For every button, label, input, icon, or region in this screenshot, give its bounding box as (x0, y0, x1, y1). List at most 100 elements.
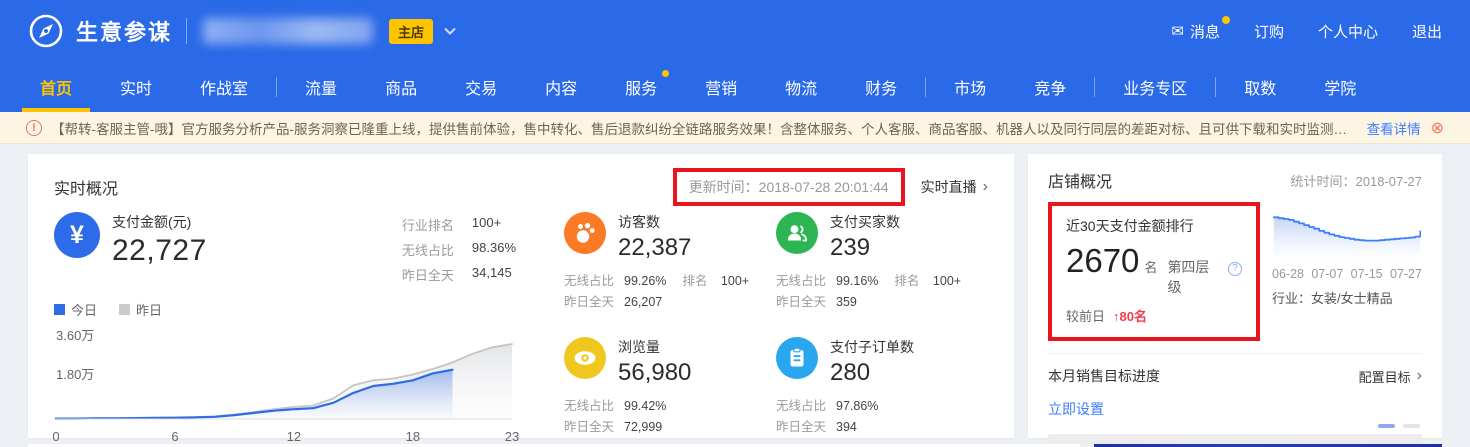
stat-label: 行业排名 (402, 215, 454, 234)
nav-label: 服务 (625, 75, 657, 99)
nav-item-service[interactable]: 服务 (601, 62, 681, 112)
x-axis-tick: 18 (406, 429, 420, 444)
stat-label: 无线占比 (402, 240, 454, 259)
goal-progress-bar (1048, 434, 1422, 444)
nav-item-bizzone[interactable]: 业务专区 (1099, 62, 1211, 112)
pageview-sub-stats: 无线占比99.42% 昨日全天72,999 (564, 396, 776, 438)
nav-label: 流量 (305, 75, 337, 99)
nav-item-warroom[interactable]: 作战室 (176, 62, 272, 112)
rank-change: 较前日 ↑80名 (1066, 306, 1242, 325)
rank-level: 第四层级 (1167, 257, 1223, 297)
carousel-dot[interactable] (1403, 424, 1420, 428)
rank-change-label: 较前日 (1066, 306, 1105, 325)
main-shop-badge: 主店 (389, 19, 433, 44)
metric-label: 支付金额(元) (112, 212, 207, 232)
rank-value: 2670 (1066, 242, 1139, 280)
notification-dot (1222, 16, 1230, 24)
x-axis-tick: 0 (52, 429, 59, 444)
stat-label: 昨日全天 (776, 420, 826, 434)
nav-label: 竞争 (1034, 75, 1066, 99)
nav-item-trade[interactable]: 交易 (441, 62, 521, 112)
shop-name-blurred (203, 18, 373, 44)
help-icon[interactable]: ? (1228, 262, 1242, 276)
visitor-sub-stats: 无线占比99.26%排名 100+ 昨日全天26,207 (564, 271, 776, 313)
main-nav: 首页 实时 作战室 流量 商品 交易 内容 服务 营销 物流 财务 市场 竞争 … (0, 62, 1470, 112)
metric-payment: ¥ 支付金额(元) 22,727 行业排名100+ 无线占比98.36% 昨日全… (54, 212, 516, 284)
set-now-link[interactable]: 立即设置 (1048, 399, 1104, 419)
stat-label: 无线占比 (776, 274, 826, 288)
stat-value: 100+ (933, 274, 961, 288)
yesterday-legend-swatch (119, 304, 130, 315)
personal-center-label: 个人中心 (1318, 21, 1378, 42)
personal-center-link[interactable]: 个人中心 (1318, 21, 1378, 42)
logo: 生意参谋 (28, 13, 172, 49)
nav-divider (276, 77, 277, 97)
stat-value: 394 (836, 420, 857, 434)
nav-item-traffic[interactable]: 流量 (281, 62, 361, 112)
nav-item-market[interactable]: 市场 (930, 62, 1010, 112)
today-legend-label: 今日 (71, 300, 97, 319)
top-bar: 生意参谋 主店 ✉ 消息 订购 个人中心 退出 (0, 0, 1470, 62)
metric-label: 访客数 (618, 212, 691, 232)
configure-goal-label: 配置目标 (1359, 367, 1411, 386)
shop-panel-title: 店铺概况 (1048, 168, 1112, 192)
rank-block-annotated: 近30天支付金额排行 2670 名 第四层级 ? 较前日 ↑80名 (1048, 202, 1260, 341)
metric-pageviews: 浏览量 56,980 无线占比99.42% 昨日全天72,999 (564, 337, 776, 438)
nav-label: 市场 (954, 75, 986, 99)
yesterday-legend-label: 昨日 (136, 300, 162, 319)
banner-detail-link[interactable]: 查看详情 (1367, 118, 1421, 138)
clipboard-icon (776, 337, 818, 379)
today-legend-swatch (54, 304, 65, 315)
date-tick: 07-07 (1311, 267, 1343, 281)
nav-label: 商品 (385, 75, 417, 99)
nav-item-home[interactable]: 首页 (16, 62, 96, 112)
nav-item-logistics[interactable]: 物流 (761, 62, 841, 112)
nav-item-realtime[interactable]: 实时 (96, 62, 176, 112)
metric-visitors: 访客数 22,387 无线占比99.26%排名 100+ 昨日全天26,207 (564, 212, 776, 313)
stat-value: 26,207 (624, 295, 662, 309)
nav-label: 业务专区 (1123, 75, 1187, 99)
stat-value: 34,145 (472, 265, 516, 284)
y-axis-tick: 1.80万 (56, 364, 94, 383)
subscribe-link[interactable]: 订购 (1254, 21, 1284, 42)
nav-item-marketing[interactable]: 营销 (681, 62, 761, 112)
brand-title: 生意参谋 (76, 15, 172, 47)
update-time-value: 2018-07-28 20:01:44 (759, 179, 889, 195)
shop-overview-panel: 店铺概况 统计时间：2018-07-27 近30天支付金额排行 2670 名 第… (1028, 154, 1442, 438)
carousel-dot[interactable] (1378, 424, 1395, 428)
nav-item-finance[interactable]: 财务 (841, 62, 921, 112)
metric-suborders: 支付子订单数 280 无线占比97.86% 昨日全天394 (776, 337, 988, 438)
notice-banner: ! 【帮转-客服主管-哦】官方服务分析产品-服务洞察已隆重上线，提供售前体验，售… (0, 112, 1470, 144)
nav-item-competition[interactable]: 竞争 (1010, 62, 1090, 112)
divider (186, 18, 187, 44)
nav-label: 交易 (465, 75, 497, 99)
configure-goal-link[interactable]: 配置目标 › (1359, 367, 1422, 386)
logout-link[interactable]: 退出 (1412, 21, 1442, 42)
realtime-overview-panel: 实时概况 更新时间：2018-07-28 20:01:44 实时直播 › ¥ 支… (28, 154, 1014, 438)
stat-value: 97.86% (836, 399, 878, 413)
nav-item-product[interactable]: 商品 (361, 62, 441, 112)
rank-change-value: 80名 (1120, 309, 1147, 324)
metric-label: 浏览量 (618, 337, 691, 357)
live-broadcast-link[interactable]: 实时直播 › (921, 177, 988, 197)
stat-value: 99.16% (836, 274, 878, 288)
stat-time: 统计时间：2018-07-27 (1290, 171, 1422, 190)
visitor-paw-icon (564, 212, 606, 254)
stat-label: 昨日全天 (564, 295, 614, 309)
x-axis-tick: 6 (171, 429, 178, 444)
nav-label: 财务 (865, 75, 897, 99)
banner-text: 【帮转-客服主管-哦】官方服务分析产品-服务洞察已隆重上线，提供售前体验，售中转… (51, 118, 1355, 138)
close-icon[interactable]: ⊗ (1431, 118, 1444, 138)
nav-item-data[interactable]: 取数 (1220, 62, 1300, 112)
rank-title: 近30天支付金额排行 (1066, 216, 1242, 236)
nav-item-academy[interactable]: 学院 (1300, 62, 1380, 112)
mail-icon: ✉ (1171, 22, 1184, 40)
messages-link[interactable]: ✉ 消息 (1171, 21, 1220, 42)
stat-value: 98.36% (472, 240, 516, 259)
carousel-indicator (1378, 424, 1420, 428)
nav-item-content[interactable]: 内容 (521, 62, 601, 112)
chevron-down-icon[interactable] (443, 26, 457, 36)
x-axis-tick: 23 (505, 429, 519, 444)
update-time-annotated: 更新时间：2018-07-28 20:01:44 (673, 168, 905, 206)
date-tick: 06-28 (1272, 267, 1304, 281)
